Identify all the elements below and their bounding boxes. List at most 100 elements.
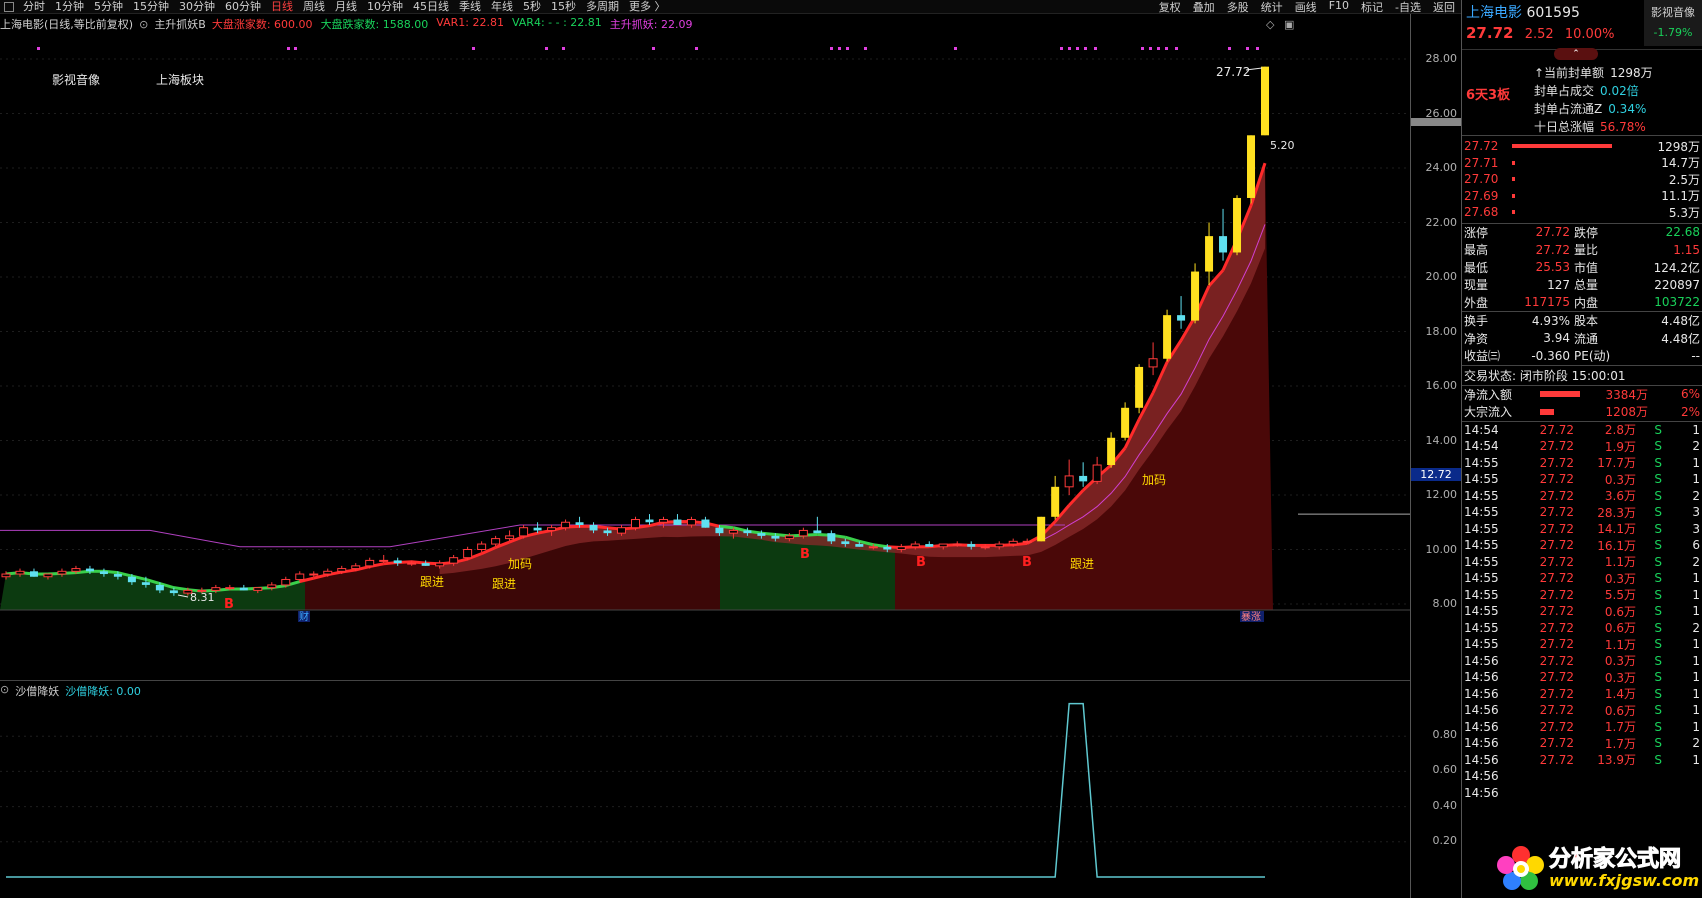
panel-toggle-icon[interactable]: ▣ (1284, 18, 1294, 31)
price-tick: 20.00 (1425, 270, 1458, 283)
timeframe-tab[interactable]: 多周期 (581, 0, 624, 14)
price-tick: 8.00 (1432, 597, 1458, 610)
price-tick: 16.00 (1425, 379, 1458, 392)
tick-price: 27.72 (1539, 752, 1574, 767)
stat-value: 27.72 (1535, 225, 1570, 240)
toolbar-button[interactable]: 叠加 (1187, 0, 1221, 15)
sector-box[interactable]: 影视音像 -1.79% (1644, 0, 1702, 46)
indicator-info-bar: 上海电影(日线,等比前复权) ⊙ 主升抓妖B 大盘涨家数: 600.00 大盘跌家… (0, 16, 1410, 32)
tick-price: 27.72 (1539, 472, 1574, 487)
indicator-svg (0, 702, 1410, 878)
flow-bar-track (1540, 408, 1590, 415)
candle-body (169, 590, 178, 594)
tick-count: 1 (1692, 571, 1700, 586)
stat-value: 127 (1547, 277, 1570, 292)
toolbar-button[interactable]: 多股 (1221, 0, 1255, 15)
order-book-row[interactable]: 27.70 2.5万 (1462, 171, 1702, 188)
order-book-row[interactable]: 27.72 1298万 (1462, 138, 1702, 155)
timeframe-tab[interactable]: 季线 (454, 0, 486, 14)
candle-body (211, 587, 221, 591)
tick-list[interactable]: 14:54 27.72 2.8万 S 1 14:54 27.72 1.9万 S 2 14:55 27.… (1462, 422, 1702, 802)
tick-side: S (1654, 703, 1662, 718)
candle-body (1247, 135, 1256, 198)
tick-row: 14:55 27.72 0.6万 S 2 (1462, 620, 1702, 637)
timeframe-tab[interactable]: 10分钟 (362, 0, 408, 14)
indicator-toggle-icon[interactable]: ⊙ (139, 18, 148, 31)
candle-body (435, 562, 445, 567)
timeframe-tab[interactable]: 周线 (298, 0, 330, 14)
indicator-name[interactable]: 主升抓妖B (154, 16, 206, 32)
candle-body (421, 563, 430, 566)
tick-row: 14:54 27.72 1.9万 S 2 (1462, 438, 1702, 455)
toolbar-button[interactable]: F10 (1323, 0, 1355, 15)
limit-info-value: 0.02倍 (1600, 84, 1639, 98)
tick-side: S (1654, 554, 1662, 569)
candle-body (1079, 475, 1088, 482)
timeframe-tab[interactable]: 更多 〉 (624, 0, 671, 14)
signal-dot (287, 47, 290, 50)
toolbar-button[interactable]: 统计 (1255, 0, 1289, 15)
menu-icon[interactable] (4, 1, 14, 12)
order-price: 27.70 (1464, 172, 1499, 187)
quote-sidebar: 上海电影 601595 27.72 2.52 10.00% 影视音像 -1.79… (1461, 0, 1702, 898)
candle-body (141, 582, 150, 585)
indicator-tick: 0.60 (1432, 763, 1458, 777)
tick-price: 27.72 (1539, 488, 1574, 503)
candle-body (813, 530, 822, 534)
tick-count: 6 (1692, 538, 1700, 553)
last-price-tag: 12.72 (1411, 468, 1461, 482)
order-book-row[interactable]: 27.68 5.3万 (1462, 204, 1702, 221)
timeframe-tab[interactable]: 1分钟 (50, 0, 89, 14)
candle-body (365, 559, 375, 567)
stat-label: 市值 (1574, 260, 1599, 275)
indicator-collapse-icon[interactable]: ⊙ (0, 683, 9, 699)
stat-label: 总量 (1574, 278, 1599, 293)
tick-time: 14:55 (1464, 538, 1499, 553)
stat-row: 净资 3.94 流通 4.48亿 (1462, 330, 1702, 348)
signal-dot (1157, 47, 1160, 50)
order-book-row[interactable]: 27.69 11.1万 (1462, 188, 1702, 205)
candle-body (1051, 486, 1060, 517)
candle-body (728, 529, 738, 534)
stat-value: -0.360 (1531, 348, 1570, 363)
tick-count: 2 (1692, 736, 1700, 751)
stat-label: 内盘 (1574, 295, 1599, 310)
timeframe-tab[interactable]: 5秒 (518, 0, 546, 14)
toolbar-button[interactable]: 复权 (1153, 0, 1187, 15)
timeframe-tab[interactable]: 15秒 (546, 0, 581, 14)
timeframe-tab[interactable]: 45日线 (408, 0, 454, 14)
tick-price: 27.72 (1539, 571, 1574, 586)
toolbar-button[interactable]: 返回 (1427, 0, 1461, 15)
scroll-handle[interactable] (1411, 117, 1461, 126)
toolbar-button[interactable]: 画线 (1289, 0, 1323, 15)
candle-body (855, 544, 864, 547)
stock-name[interactable]: 上海电影 (1466, 5, 1522, 21)
timeframe-tab[interactable]: 60分钟 (220, 0, 266, 14)
timeframe-tab[interactable]: 日线 (266, 0, 298, 14)
tick-volume: 0.3万 (1604, 472, 1636, 487)
indicator-values: 大盘涨家数: 600.00 大盘跌家数: 1588.00 VAR1: 22.81 VA… (212, 16, 701, 32)
candle-body (337, 568, 347, 572)
toolbar-button[interactable]: 标记 (1355, 0, 1389, 15)
timeframe-tab[interactable]: 30分钟 (174, 0, 220, 14)
order-book-row[interactable]: 27.71 14.7万 (1462, 155, 1702, 172)
tick-side: S (1654, 653, 1662, 668)
diamond-icon[interactable]: ◇ (1266, 18, 1274, 31)
timeframe-tab[interactable]: 15分钟 (128, 0, 174, 14)
timeframe-tab[interactable]: 5分钟 (89, 0, 128, 14)
flow-value: 1208万 (1605, 405, 1648, 420)
timeframe-tab[interactable]: 分时 (18, 0, 50, 14)
candle-body (113, 574, 122, 577)
tick-time: 14:55 (1464, 554, 1499, 569)
tick-time: 14:55 (1464, 472, 1499, 487)
candlestick-chart[interactable]: 影视音像 上海板块 27.72 8.31 5.20 B 跟进 跟进 加码 B B B 跟进 加码财暴涨 (0, 32, 1410, 676)
tick-volume: 13.9万 (1597, 753, 1636, 768)
indicator-panel[interactable]: ⊙ 沙僧降妖 沙僧降妖: 0.00 (0, 680, 1410, 898)
timeframe-tab[interactable]: 年线 (486, 0, 518, 14)
candle-body (533, 527, 542, 531)
toolbar-button[interactable]: -自选 (1389, 0, 1427, 15)
signal-dot (1060, 47, 1063, 50)
timeframe-tab[interactable]: 月线 (330, 0, 362, 14)
price-axis: 28.00 26.00 24.00 22.00 20.00 18.00 16.00 14.00… (1410, 14, 1461, 898)
tick-row: 14:56 27.72 1.7万 S 1 (1462, 719, 1702, 736)
